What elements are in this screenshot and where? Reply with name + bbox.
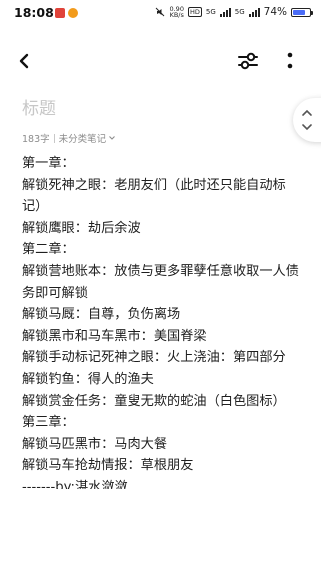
hd-badge: HD: [187, 7, 202, 17]
editor-toolbar: [0, 44, 321, 78]
meta-divider: [53, 133, 55, 143]
signal-5g-label-2: 5G: [234, 8, 245, 16]
note-line: 第一章：: [22, 156, 75, 171]
scroll-toggle-pill[interactable]: [293, 98, 321, 142]
note-line: 解锁死神之眼：老朋友们（此时还只能自动标记）: [22, 177, 286, 215]
notification-app-icon-2: [68, 8, 78, 18]
note-line: 解锁黑市和马车黑市：美国脊梁: [22, 328, 207, 344]
word-count: 183字: [22, 134, 50, 145]
battery-fill: [293, 9, 305, 15]
chevron-left-icon: [19, 53, 29, 69]
chevron-down-icon: [109, 136, 116, 140]
mute-icon: [155, 7, 165, 17]
note-line: 解锁马车抢劫情报：草根朋友: [22, 458, 194, 474]
signal-icon-2: [248, 7, 260, 17]
note-line: -------by:湛水潋潋: [22, 479, 128, 489]
more-vertical-icon: [287, 52, 293, 69]
status-bar: 18:08 0.90 KB/s HD 5G 5G 74%: [0, 0, 321, 26]
sliders-icon: [238, 52, 258, 70]
note-line: 解锁赏金任务：童叟无欺的蛇油（白色图标）: [22, 393, 286, 409]
network-speed: 0.90 KB/s: [169, 6, 184, 19]
note-line: 解锁马匹黑市：马肉大餐: [22, 436, 168, 452]
note-line: 解锁马厩：自尊，负伤离场: [22, 307, 181, 323]
chevron-down-icon: [302, 124, 312, 131]
category-label: 未分类笔记: [58, 134, 107, 145]
note-line: 解锁鹰眼：劫后余波: [22, 220, 141, 236]
signal-icon: [219, 7, 231, 17]
note-body[interactable]: 第一章： 解锁死神之眼：老朋友们（此时还只能自动标记） 解锁鹰眼：劫后余波 第二…: [22, 153, 302, 489]
more-options-button[interactable]: [282, 49, 298, 73]
note-line: 解锁手动标记死神之眼：火上浇油：第四部分: [22, 350, 286, 366]
category-selector[interactable]: 未分类笔记: [59, 131, 117, 145]
status-indicators: 0.90 KB/s HD 5G 5G 74%: [155, 6, 313, 19]
chevron-up-icon: [302, 109, 312, 116]
back-button[interactable]: [14, 50, 36, 72]
notification-app-icon: [55, 8, 65, 18]
note-line: 解锁营地账本：放债与更多罪孽任意收取一人债务即可解锁: [22, 263, 299, 301]
battery-percent: 74%: [263, 6, 287, 18]
note-meta: 183字 未分类笔记: [22, 131, 116, 145]
network-speed-unit: KB/s: [169, 11, 184, 19]
battery-icon: [291, 7, 313, 17]
note-title-input[interactable]: [22, 97, 272, 121]
note-line: 第三章：: [22, 415, 75, 431]
note-line: 第二章：: [22, 242, 75, 258]
note-line: 解锁钓鱼：得人的渔夫: [22, 371, 154, 387]
format-settings-button[interactable]: [236, 49, 260, 73]
status-time: 18:08: [14, 5, 54, 20]
signal-5g-label: 5G: [205, 8, 216, 16]
